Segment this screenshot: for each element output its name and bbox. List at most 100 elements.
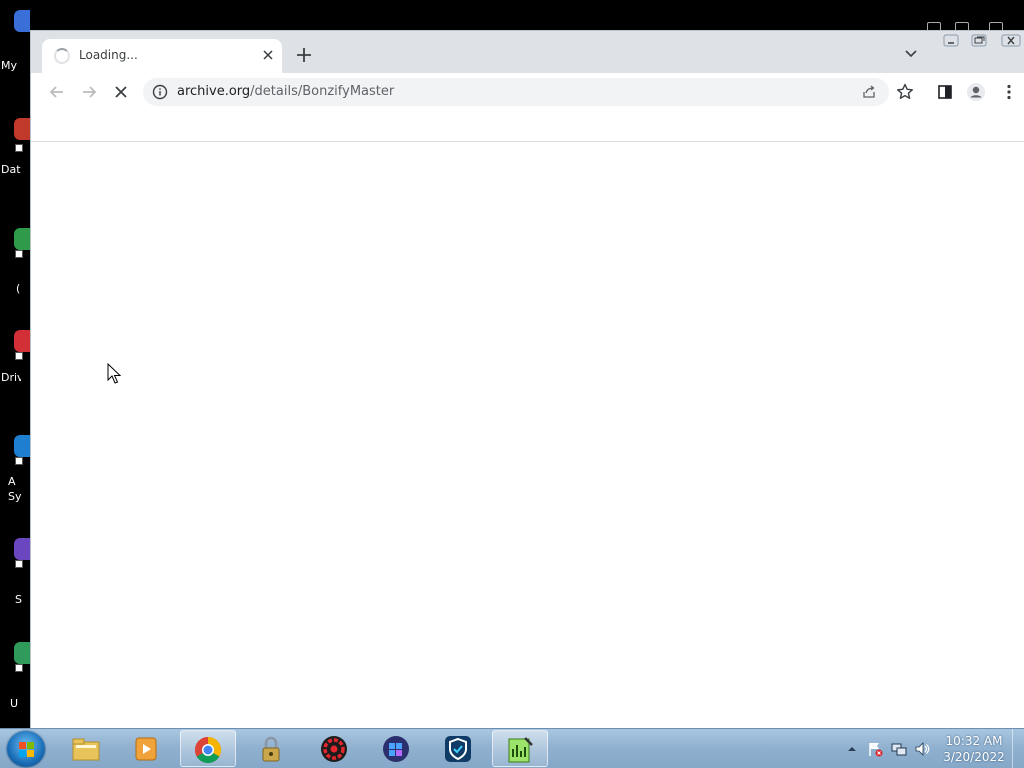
menu-button[interactable] xyxy=(999,82,1019,102)
shield-icon xyxy=(445,736,471,762)
media-player-icon xyxy=(135,737,157,761)
windows-logo-icon xyxy=(27,742,34,749)
forward-button[interactable] xyxy=(79,82,99,102)
share-button[interactable] xyxy=(861,84,877,100)
app-icon xyxy=(14,118,30,140)
mouse-cursor-icon xyxy=(107,363,121,384)
taskbar-chrome[interactable] xyxy=(180,730,236,767)
tab-active[interactable]: Loading... xyxy=(42,39,282,73)
chrome-window: Loading... archive.org/details/BonzifyMa… xyxy=(30,30,1024,728)
desktop-icon-label: My xyxy=(1,59,18,72)
shortcut-arrow-icon xyxy=(15,144,23,152)
taskbar-media-player[interactable] xyxy=(119,730,175,767)
url-path: /details/BonzifyMaster xyxy=(250,84,395,99)
taskbar-file-explorer[interactable] xyxy=(59,730,115,767)
app-icon xyxy=(14,330,30,352)
chrome-icon xyxy=(194,736,222,764)
shortcut-arrow-icon xyxy=(15,250,23,258)
plus-icon xyxy=(297,48,311,62)
folder-icon xyxy=(72,738,100,761)
app-icon xyxy=(14,538,30,560)
arrow-left-icon xyxy=(49,86,63,98)
close-icon xyxy=(1001,34,1021,47)
restore-icon xyxy=(971,34,987,47)
chevron-down-icon xyxy=(905,50,917,58)
chart-notepad-icon xyxy=(508,737,533,763)
address-bar[interactable]: archive.org/details/BonzifyMaster xyxy=(143,78,889,106)
kebab-menu-icon xyxy=(1007,84,1011,100)
app-icon xyxy=(14,642,30,664)
app-icon xyxy=(14,435,30,457)
shortcut-arrow-icon xyxy=(15,664,23,672)
desktop-icon-u[interactable]: U xyxy=(0,642,30,712)
site-info-button[interactable] xyxy=(152,84,168,100)
windows-logo-icon xyxy=(19,750,26,757)
new-tab-button[interactable] xyxy=(294,45,314,65)
desktop-icon-label: A Sy xyxy=(8,475,22,503)
taskbar-windows-update-tool[interactable] xyxy=(369,730,425,767)
toolbar: archive.org/details/BonzifyMaster xyxy=(31,73,1024,111)
red-gear-app-icon xyxy=(321,736,347,762)
minimize-button[interactable] xyxy=(941,33,961,47)
close-icon xyxy=(263,50,273,60)
desktop-icon-label: U xyxy=(10,697,19,710)
taskbar-shield-app[interactable] xyxy=(431,730,487,767)
shortcut-arrow-icon xyxy=(15,560,23,568)
taskbar-security-lock[interactable] xyxy=(244,730,300,767)
computer-icon xyxy=(14,10,30,32)
shortcut-arrow-icon xyxy=(15,457,23,465)
desktop-icon-label: Dat xyxy=(1,163,21,176)
action-center-tray-button[interactable] xyxy=(867,741,883,757)
desktop-icon-label: Driv xyxy=(1,371,21,384)
back-button[interactable] xyxy=(47,82,67,102)
desktop-icon-dat[interactable]: Dat xyxy=(0,118,30,178)
desktop-icon-s[interactable]: S xyxy=(0,538,30,608)
minimize-icon xyxy=(943,34,959,47)
taskbar-red-app[interactable] xyxy=(307,730,363,767)
desktop-icon-my-computer[interactable]: My xyxy=(0,10,30,80)
taskbar-notepad-chart[interactable] xyxy=(492,730,548,767)
profile-button[interactable] xyxy=(966,82,986,102)
windows-logo-icon xyxy=(27,750,34,757)
side-panel-button[interactable] xyxy=(935,82,955,102)
show-hidden-icons-button[interactable] xyxy=(844,741,860,757)
close-window-button[interactable] xyxy=(1001,33,1021,47)
windows-logo-icon xyxy=(19,742,26,749)
url-host: archive.org xyxy=(177,84,251,99)
star-icon xyxy=(897,83,913,99)
shortcut-arrow-icon xyxy=(15,352,23,360)
loading-spinner-icon xyxy=(54,48,70,64)
network-tray-button[interactable] xyxy=(891,741,907,757)
stop-button[interactable] xyxy=(111,82,131,102)
clock-date: 3/20/2022 xyxy=(943,750,1005,764)
start-button[interactable] xyxy=(7,731,45,767)
volume-tray-button[interactable] xyxy=(914,741,930,757)
close-icon xyxy=(115,86,127,98)
taskbar-clock[interactable]: 10:32 AM 3/20/2022 xyxy=(942,733,1006,765)
desktop-icon-a-sy[interactable]: A Sy xyxy=(0,435,30,505)
windows-update-icon xyxy=(383,736,409,762)
tab-search-button[interactable] xyxy=(904,47,918,61)
desktop-icon-3[interactable]: ( xyxy=(0,228,30,298)
share-icon xyxy=(863,85,875,98)
maximize-button[interactable] xyxy=(969,33,989,47)
url-text[interactable]: archive.org/details/BonzifyMaster xyxy=(177,84,394,99)
taskbar: 10:32 AM 3/20/2022 xyxy=(0,728,1024,768)
desktop-icon-driv[interactable]: Driv xyxy=(0,330,30,390)
lock-icon xyxy=(262,736,280,762)
info-icon xyxy=(152,84,168,100)
clock-time: 10:32 AM xyxy=(945,734,1003,748)
page-header-placeholder xyxy=(31,111,1024,142)
chevron-up-icon xyxy=(848,747,856,751)
tab-close-button[interactable] xyxy=(260,47,276,63)
person-icon xyxy=(967,83,985,101)
side-panel-icon xyxy=(938,85,952,99)
app-icon xyxy=(14,228,30,250)
arrow-right-icon xyxy=(83,86,97,98)
flag-warning-icon xyxy=(869,743,883,757)
speaker-icon xyxy=(915,742,930,756)
show-desktop-button[interactable] xyxy=(1012,729,1024,768)
bookmark-button[interactable] xyxy=(895,82,915,102)
page-content[interactable] xyxy=(31,142,1024,728)
network-icon xyxy=(891,743,907,756)
